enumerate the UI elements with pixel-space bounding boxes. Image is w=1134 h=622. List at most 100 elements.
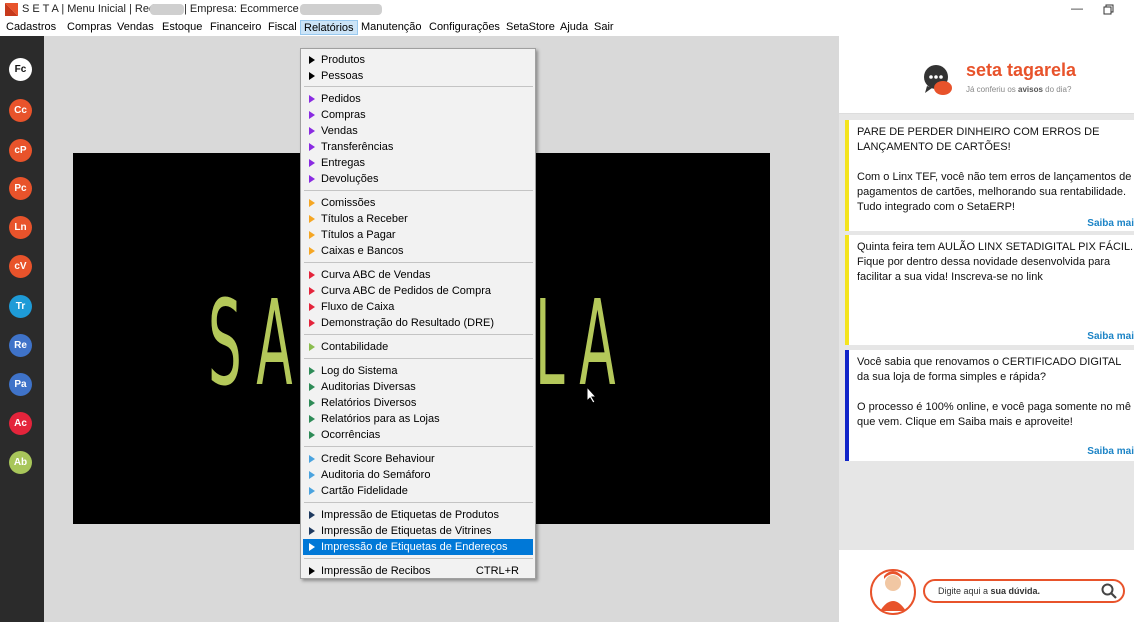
menu-item-label: Comissões bbox=[321, 197, 376, 209]
menu-item[interactable]: Títulos a Receber bbox=[303, 211, 533, 227]
menu-item-label: Contabilidade bbox=[321, 341, 389, 353]
menu-item[interactable]: Fluxo de Caixa bbox=[303, 299, 533, 315]
menu-item[interactable]: Transferências bbox=[303, 139, 533, 155]
submenu-arrow-icon bbox=[309, 247, 315, 255]
relatorios-dropdown-menu: Produtos Pessoas Pedidos Compras Vendas Trans… bbox=[300, 48, 536, 579]
saiba-mais-link[interactable]: Saiba mai bbox=[1087, 331, 1134, 342]
submenu-arrow-icon bbox=[309, 543, 315, 551]
menu-item[interactable]: Impressão de Etiquetas de Endereços bbox=[303, 539, 533, 555]
menu-cadastros[interactable]: Cadastros bbox=[3, 20, 59, 35]
notice-card: Quinta feira tem AULÃO LINX SETADIGITAL … bbox=[845, 235, 1134, 345]
menu-item[interactable]: Auditoria do Semáforo bbox=[303, 467, 533, 483]
notice-card: Você sabia que renovamos o CERTIFICADO D… bbox=[845, 350, 1134, 461]
menu-item[interactable]: Vendas bbox=[303, 123, 533, 139]
saiba-mais-link[interactable]: Saiba mai bbox=[1087, 446, 1134, 457]
notice-text: Quinta feira tem AULÃO LINX SETADIGITAL … bbox=[857, 241, 1134, 283]
menu-item[interactable]: Impressão de Etiquetas de Vitrines bbox=[303, 523, 533, 539]
shortcut-button[interactable]: cP bbox=[9, 139, 32, 162]
search-icon[interactable] bbox=[1101, 583, 1117, 599]
menu-item[interactable]: Curva ABC de Pedidos de Compra bbox=[303, 283, 533, 299]
menu-item[interactable]: Demonstração do Resultado (DRE) bbox=[303, 315, 533, 331]
menu-compras[interactable]: Compras bbox=[64, 20, 115, 35]
menu-item[interactable]: Curva ABC de Vendas bbox=[303, 267, 533, 283]
submenu-arrow-icon bbox=[309, 72, 315, 80]
shortcut-button[interactable]: Cc bbox=[9, 99, 32, 122]
menu-financeiro[interactable]: Financeiro bbox=[207, 20, 264, 35]
menu-item-label: Auditoria do Semáforo bbox=[321, 469, 431, 481]
menu-item[interactable]: Compras bbox=[303, 107, 533, 123]
tagarela-subtitle: Já conferiu os avisos do dia? bbox=[966, 85, 1072, 94]
menu-ajuda[interactable]: Ajuda bbox=[557, 20, 591, 35]
menu-estoque[interactable]: Estoque bbox=[159, 20, 205, 35]
submenu-arrow-icon bbox=[309, 471, 315, 479]
menu-separator bbox=[304, 358, 533, 359]
menu-item-shortcut: CTRL+R bbox=[475, 565, 519, 577]
shortcut-button[interactable]: cV bbox=[9, 255, 32, 278]
menu-separator bbox=[304, 446, 533, 447]
submenu-arrow-icon bbox=[309, 231, 315, 239]
menu-separator bbox=[304, 86, 533, 87]
menu-item[interactable]: Cartão Fidelidade bbox=[303, 483, 533, 499]
menu-item-label: Vendas bbox=[321, 125, 358, 137]
notice-text: Você sabia que renovamos o CERTIFICADO D… bbox=[857, 356, 1131, 428]
shortcut-button[interactable]: Ab bbox=[9, 451, 32, 474]
menu-item[interactable]: Entregas bbox=[303, 155, 533, 171]
shortcut-button[interactable]: Ln bbox=[9, 216, 32, 239]
menu-item-label: Curva ABC de Vendas bbox=[321, 269, 431, 281]
menu-item[interactable]: Pessoas bbox=[303, 68, 533, 84]
menu-item-label: Fluxo de Caixa bbox=[321, 301, 395, 313]
shortcut-button[interactable]: Pc bbox=[9, 177, 32, 200]
menu-item-label: Auditorias Diversas bbox=[321, 381, 416, 393]
menu-item[interactable]: Devoluções bbox=[303, 171, 533, 187]
submenu-arrow-icon bbox=[309, 127, 315, 135]
shortcut-button[interactable]: Fc bbox=[9, 58, 32, 81]
help-search-box[interactable]: Digite aqui a sua dúvida. bbox=[923, 579, 1125, 603]
menu-item[interactable]: Contabilidade bbox=[303, 339, 533, 355]
submenu-arrow-icon bbox=[309, 383, 315, 391]
menu-fiscal[interactable]: Fiscal bbox=[265, 20, 300, 35]
menu-relatorios[interactable]: Relatórios bbox=[300, 20, 358, 35]
menu-item-label: Caixas e Bancos bbox=[321, 245, 404, 257]
menu-manutencao[interactable]: Manutenção bbox=[358, 20, 425, 35]
menu-separator bbox=[304, 558, 533, 559]
menu-item[interactable]: Auditorias Diversas bbox=[303, 379, 533, 395]
menu-item-label: Produtos bbox=[321, 54, 366, 66]
mouse-pointer-icon bbox=[586, 386, 598, 404]
menu-separator bbox=[304, 190, 533, 191]
menu-item[interactable]: Caixas e Bancos bbox=[303, 243, 533, 259]
menu-item[interactable]: Impressão de Recibos CTRL+R bbox=[303, 563, 533, 579]
menu-setastore[interactable]: SetaStore bbox=[503, 20, 558, 35]
shortcut-button[interactable]: Tr bbox=[9, 295, 32, 318]
restore-icon[interactable] bbox=[1094, 0, 1124, 19]
menu-item[interactable]: Relatórios Diversos bbox=[303, 395, 533, 411]
redacted-network bbox=[150, 4, 184, 15]
submenu-arrow-icon bbox=[309, 455, 315, 463]
menu-item[interactable]: Relatórios para as Lojas bbox=[303, 411, 533, 427]
saiba-mais-link[interactable]: Saiba mai bbox=[1087, 218, 1134, 229]
submenu-arrow-icon bbox=[309, 143, 315, 151]
menu-item[interactable]: Comissões bbox=[303, 195, 533, 211]
submenu-arrow-icon bbox=[309, 399, 315, 407]
menu-item[interactable]: Pedidos bbox=[303, 91, 533, 107]
menu-item[interactable]: Produtos bbox=[303, 52, 533, 68]
menu-item-label: Impressão de Recibos bbox=[321, 565, 431, 577]
menu-item[interactable]: Títulos a Pagar bbox=[303, 227, 533, 243]
window-title: S E T A | Menu Inicial | Rede: bbox=[22, 3, 165, 15]
shortcut-button[interactable]: Pa bbox=[9, 373, 32, 396]
shortcut-button[interactable]: Ac bbox=[9, 412, 32, 435]
menu-item-label: Impressão de Etiquetas de Endereços bbox=[321, 541, 508, 553]
menu-item-label: Cartão Fidelidade bbox=[321, 485, 408, 497]
menu-item[interactable]: Ocorrências bbox=[303, 427, 533, 443]
shortcut-button[interactable]: Re bbox=[9, 334, 32, 357]
chat-bubble-icon bbox=[924, 65, 952, 95]
menu-sair[interactable]: Sair bbox=[591, 20, 617, 35]
minimize-icon[interactable]: — bbox=[1062, 0, 1092, 19]
menu-vendas[interactable]: Vendas bbox=[114, 20, 157, 35]
submenu-arrow-icon bbox=[309, 343, 315, 351]
menu-item[interactable]: Credit Score Behaviour bbox=[303, 451, 533, 467]
menu-item-label: Entregas bbox=[321, 157, 366, 169]
menu-configuracoes[interactable]: Configurações bbox=[426, 20, 503, 35]
menu-separator bbox=[304, 262, 533, 263]
menu-item[interactable]: Log do Sistema bbox=[303, 363, 533, 379]
menu-item[interactable]: Impressão de Etiquetas de Produtos bbox=[303, 507, 533, 523]
